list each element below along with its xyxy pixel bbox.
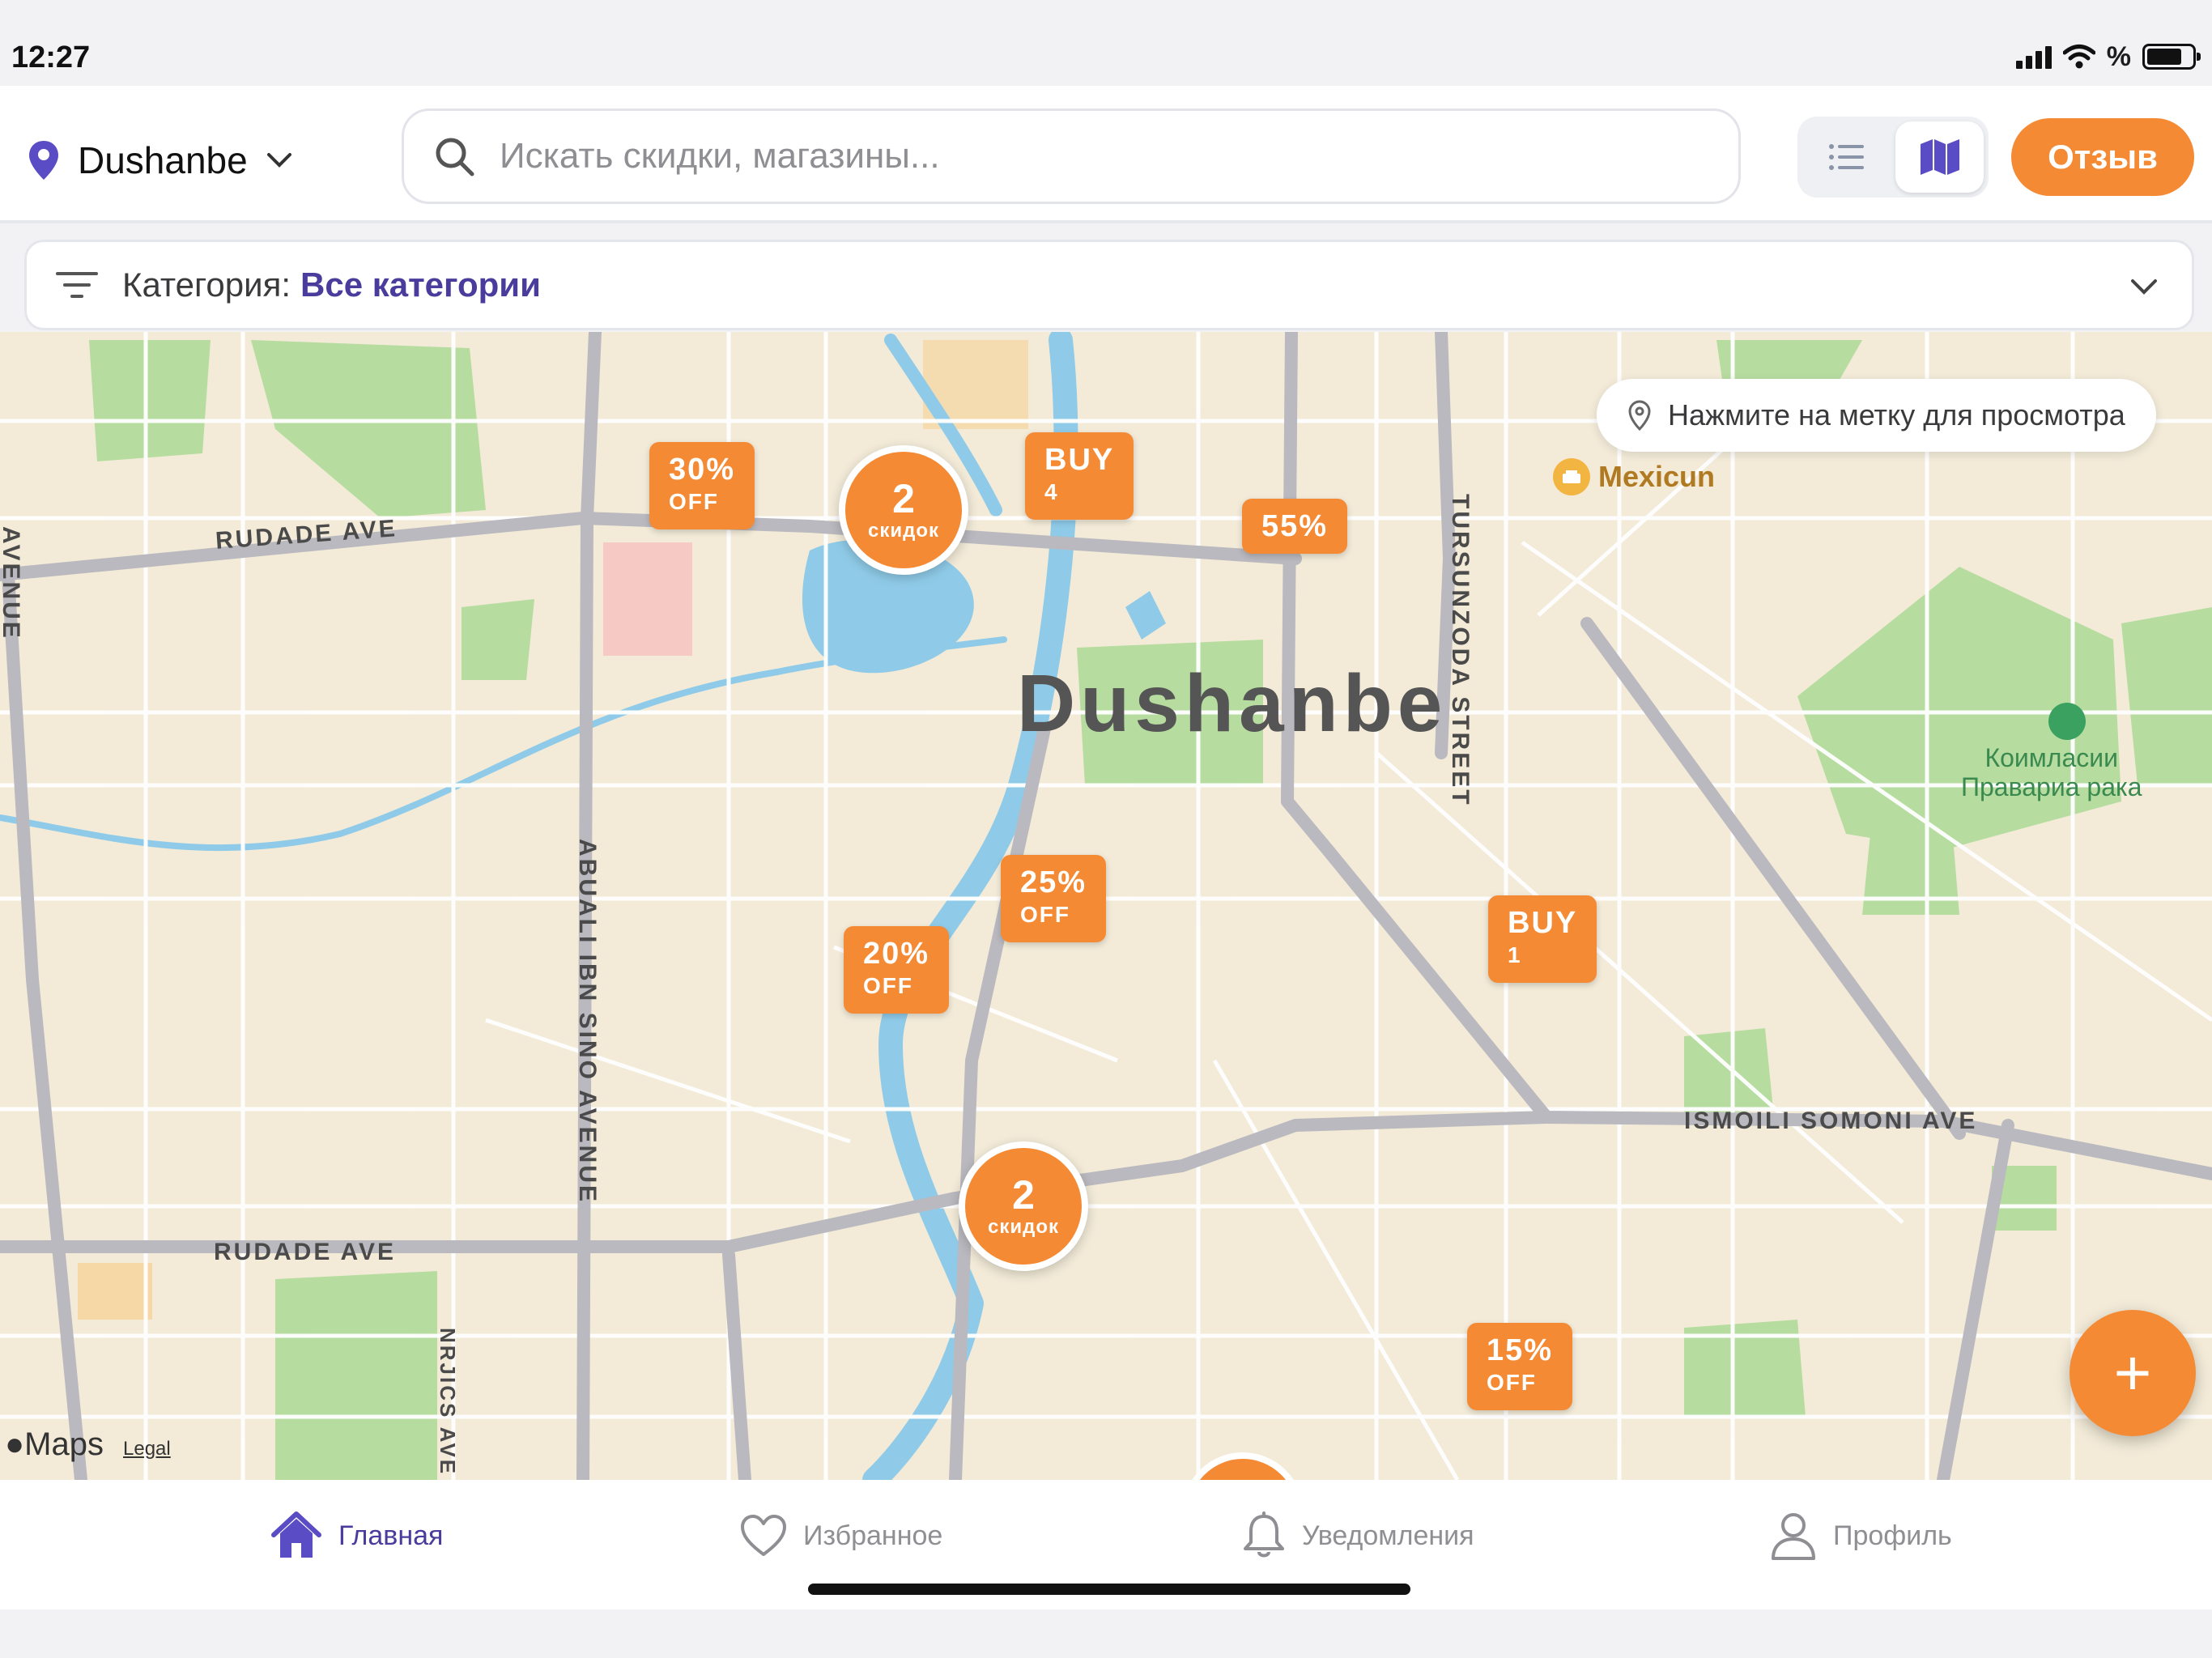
map-hint: Нажмите на метку для просмотра xyxy=(1597,379,2156,452)
tab-favorites[interactable]: Избранное xyxy=(740,1507,942,1564)
city-name: Dushanbe xyxy=(78,139,248,181)
wifi-icon xyxy=(2062,45,2095,69)
city-selector[interactable]: Dushanbe xyxy=(28,131,293,189)
chevron-down-icon xyxy=(266,153,291,168)
search-input[interactable] xyxy=(500,136,1633,176)
poi-label: Mexicun xyxy=(1598,460,1716,493)
tab-home[interactable]: Главная xyxy=(270,1507,443,1564)
status-bar: 12:27 % xyxy=(0,0,2212,86)
street-label: ABUALI IBN SINO AVENUE xyxy=(574,839,601,1205)
home-icon xyxy=(271,1511,321,1558)
location-pin-icon xyxy=(1628,400,1651,432)
search-icon xyxy=(436,138,474,176)
legal-link[interactable]: Legal xyxy=(123,1438,171,1460)
filter-icon xyxy=(56,272,98,298)
discount-marker[interactable]: BUY 4 xyxy=(1025,432,1134,520)
add-button[interactable]: + xyxy=(2069,1310,2196,1436)
apple-logo-icon: ● xyxy=(5,1426,25,1462)
category-label: Категория: xyxy=(122,266,291,304)
street-label: RUDADE AVE xyxy=(214,1239,397,1265)
discount-marker[interactable]: 30% OFF xyxy=(649,442,755,529)
street-label: ISMOILI SOMONI AVE xyxy=(1684,1107,1978,1134)
category-filter[interactable]: Категория: Все категории xyxy=(24,240,2194,330)
maps-attribution: ●Maps xyxy=(5,1426,104,1462)
home-indicator[interactable] xyxy=(808,1584,1410,1595)
street-label: AVENUE xyxy=(0,526,24,640)
search-box[interactable] xyxy=(402,108,1741,204)
status-time: 12:27 xyxy=(11,40,91,74)
category-value: Все категории xyxy=(300,266,541,304)
map-view-button[interactable] xyxy=(1895,121,1984,193)
chevron-down-icon xyxy=(2131,279,2157,295)
header: Dushanbe Отзыв xyxy=(0,86,2212,223)
discount-marker[interactable]: 55% xyxy=(1242,499,1348,554)
park-label: Коимласии Правариа рака xyxy=(1961,743,2142,801)
bell-icon xyxy=(1244,1511,1284,1558)
battery-icon xyxy=(2142,44,2201,70)
discount-marker[interactable]: 25% OFF xyxy=(1001,855,1107,942)
restaurant-icon xyxy=(1553,458,1590,495)
signal-icon xyxy=(2015,45,2052,69)
discount-marker[interactable]: 15% OFF xyxy=(1467,1323,1573,1410)
user-icon xyxy=(1772,1513,1815,1560)
tab-notifications[interactable]: Уведомления xyxy=(1242,1507,1474,1564)
discount-marker[interactable]: 20% OFF xyxy=(844,926,950,1014)
battery-percent: % xyxy=(2106,40,2131,72)
list-view-button[interactable] xyxy=(1802,121,1891,193)
map-icon xyxy=(1920,139,1959,175)
discount-marker[interactable]: BUY 1 xyxy=(1488,895,1597,983)
street-label: TURSUNZODA STREET xyxy=(1447,494,1474,807)
bottom-strip xyxy=(0,1609,2212,1658)
map-view[interactable]: RUDADE AVE RUDADE AVE TURSUNZODA STREET … xyxy=(0,332,2212,1480)
status-icons: % xyxy=(2015,40,2201,73)
park-icon xyxy=(2048,703,2086,740)
location-pin-icon xyxy=(29,141,58,180)
view-toggle xyxy=(1797,117,1989,198)
list-icon xyxy=(1828,144,1864,170)
poi-marker[interactable]: Mexicun xyxy=(1553,458,1715,495)
heart-icon xyxy=(741,1515,786,1556)
map-hint-text: Нажмите на метку для просмотра xyxy=(1668,398,2125,432)
city-map-label: Dushanbe xyxy=(1017,658,1448,749)
discount-cluster[interactable]: 2 скидок xyxy=(959,1141,1088,1271)
tab-profile[interactable]: Профиль xyxy=(1770,1507,1952,1564)
feedback-button[interactable]: Отзыв xyxy=(2011,118,2194,196)
street-label: NRJICS AVE xyxy=(436,1328,460,1477)
discount-cluster[interactable]: 2 скидок xyxy=(839,445,968,575)
